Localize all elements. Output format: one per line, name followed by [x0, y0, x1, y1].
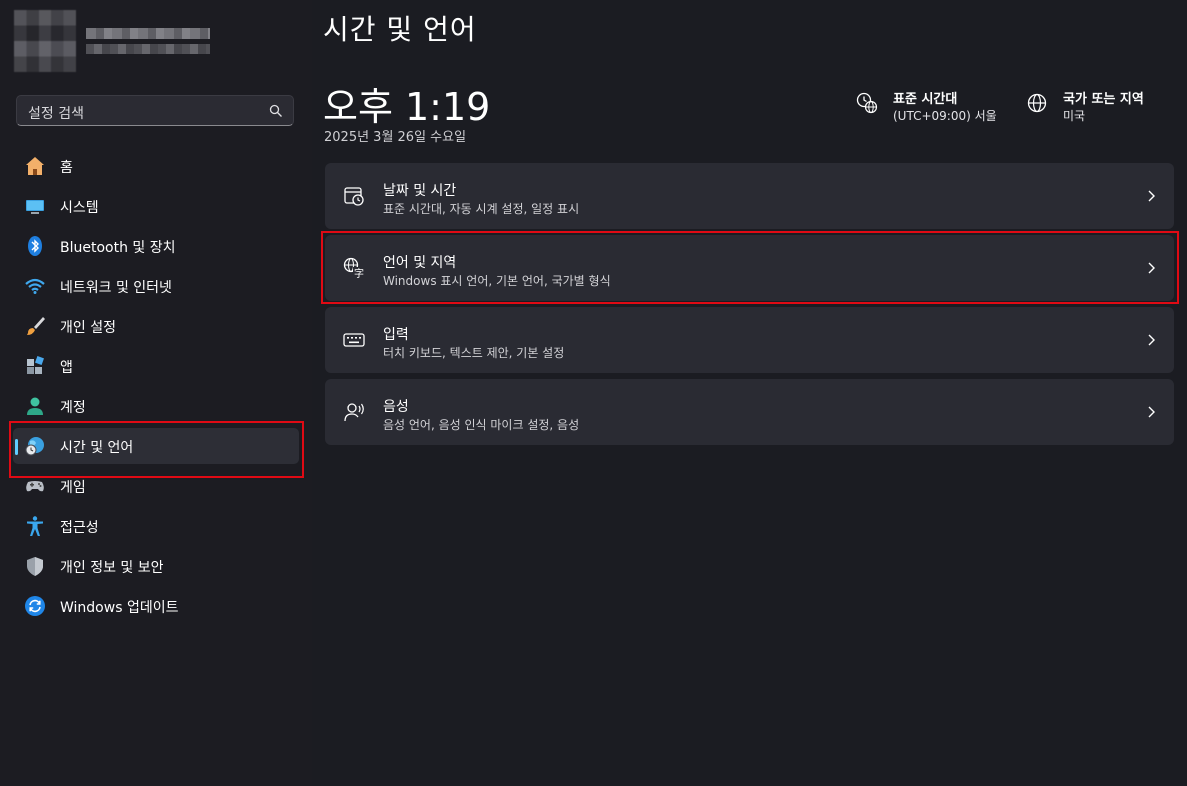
sidebar-item-label: Windows 업데이트 — [60, 600, 179, 616]
chevron-right-icon — [1148, 262, 1155, 274]
card-title: 언어 및 지역 — [383, 255, 457, 271]
card-speech[interactable]: 음성 음성 언어, 음성 인식 마이크 설정, 음성 — [325, 379, 1174, 445]
account-email-redacted — [86, 44, 210, 54]
sidebar-item-network[interactable]: 네트워크 및 인터넷 — [13, 268, 299, 304]
card-typing[interactable]: 입력 터치 키보드, 텍스트 제안, 기본 설정 — [325, 307, 1174, 373]
sidebar-item-label: Bluetooth 및 장치 — [60, 240, 176, 256]
sidebar-item-label: 접근성 — [60, 520, 99, 536]
search-input[interactable]: 설정 검색 — [16, 95, 294, 126]
chevron-right-icon — [1148, 406, 1155, 418]
sidebar-item-label: 게임 — [60, 480, 86, 496]
chevron-right-icon — [1148, 190, 1155, 202]
system-display-icon — [26, 200, 44, 214]
sidebar-item-time-language[interactable]: 시간 및 언어 — [13, 428, 299, 464]
chevron-right-icon — [1148, 334, 1155, 346]
card-subtitle: 터치 키보드, 텍스트 제안, 기본 설정 — [383, 346, 565, 360]
search-placeholder: 설정 검색 — [28, 106, 84, 122]
time-language-icon — [25, 437, 44, 456]
current-time: 오후 1:19 — [323, 85, 491, 129]
card-date-time[interactable]: 날짜 및 시간 표준 시간대, 자동 시계 설정, 일정 표시 — [325, 163, 1174, 229]
sidebar-item-accounts[interactable]: 계정 — [13, 388, 299, 424]
sidebar-item-system[interactable]: 시스템 — [13, 188, 299, 224]
windows-update-icon — [25, 596, 45, 616]
calendar-clock-icon — [344, 187, 364, 206]
sidebar-nav: 홈 시스템 Bluetooth 및 장치 네트워크 및 인터넷 개인 설정 앱 … — [13, 148, 299, 628]
region-label: 국가 또는 지역 — [1063, 92, 1144, 107]
home-icon — [26, 157, 44, 175]
sidebar-item-accessibility[interactable]: 접근성 — [13, 508, 299, 544]
sidebar-item-windows-update[interactable]: Windows 업데이트 — [13, 588, 299, 624]
sidebar-item-label: 시간 및 언어 — [60, 440, 134, 456]
gamepad-icon — [26, 481, 44, 492]
sidebar-item-apps[interactable]: 앱 — [13, 348, 299, 384]
sidebar-item-label: 네트워크 및 인터넷 — [60, 280, 172, 296]
card-subtitle: Windows 표시 언어, 기본 언어, 국가별 형식 — [383, 274, 611, 288]
wifi-icon — [25, 278, 45, 294]
accessibility-icon — [27, 516, 43, 536]
sidebar-item-label: 시스템 — [60, 200, 99, 216]
page-title: 시간 및 언어 — [323, 13, 477, 46]
card-title: 날짜 및 시간 — [383, 183, 457, 199]
card-subtitle: 음성 언어, 음성 인식 마이크 설정, 음성 — [383, 418, 580, 432]
sidebar-item-label: 개인 설정 — [60, 320, 116, 336]
svg-text:字: 字 — [354, 267, 364, 279]
timezone-value: (UTC+09:00) 서울 — [893, 109, 997, 123]
card-title: 입력 — [383, 327, 409, 343]
shield-icon — [27, 557, 43, 576]
keyboard-icon — [343, 333, 365, 347]
selected-indicator — [15, 439, 18, 455]
region-value: 미국 — [1063, 109, 1086, 123]
clock-globe-icon — [856, 92, 878, 114]
search-icon — [269, 104, 282, 117]
timezone-label: 표준 시간대 — [893, 92, 958, 107]
sidebar-item-label: 앱 — [60, 360, 73, 376]
avatar[interactable] — [14, 10, 76, 72]
paintbrush-icon — [27, 317, 45, 335]
apps-icon — [27, 356, 44, 374]
sidebar-item-label: 개인 정보 및 보안 — [60, 560, 164, 576]
sidebar-item-gaming[interactable]: 게임 — [13, 468, 299, 504]
sidebar-item-label: 계정 — [60, 400, 86, 416]
language-icon: 字 — [343, 257, 364, 279]
sidebar-item-personalization[interactable]: 개인 설정 — [13, 308, 299, 344]
sidebar-item-bluetooth[interactable]: Bluetooth 및 장치 — [13, 228, 299, 264]
current-date: 2025년 3월 26일 수요일 — [324, 130, 467, 145]
card-language-region[interactable]: 字 언어 및 지역 Windows 표시 언어, 기본 언어, 국가별 형식 — [325, 235, 1174, 301]
account-name-redacted — [86, 28, 210, 39]
card-subtitle: 표준 시간대, 자동 시계 설정, 일정 표시 — [383, 202, 580, 216]
sidebar-item-privacy[interactable]: 개인 정보 및 보안 — [13, 548, 299, 584]
account-icon — [27, 397, 43, 415]
sidebar-item-label: 홈 — [60, 160, 73, 176]
card-title: 음성 — [383, 399, 409, 415]
speech-icon — [344, 403, 364, 422]
sidebar-item-home[interactable]: 홈 — [13, 148, 299, 184]
globe-icon — [1027, 93, 1047, 113]
bluetooth-icon — [28, 236, 42, 256]
sidebar: 설정 검색 홈 시스템 Bluetooth 및 장치 네트워크 및 인터넷 개인… — [0, 0, 312, 786]
